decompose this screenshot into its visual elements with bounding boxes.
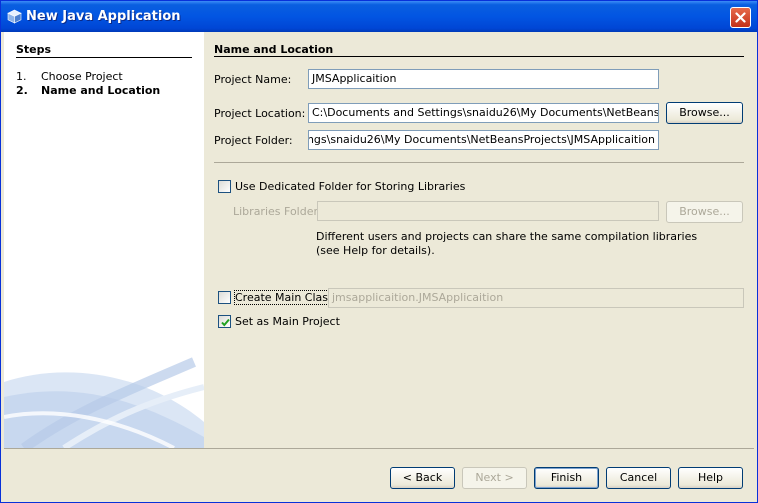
steps-divider	[16, 57, 192, 58]
set-main-project-label: Set as Main Project	[235, 315, 340, 328]
main-class-input[interactable]: jmsapplicaition.JMSApplicaition	[328, 288, 744, 308]
project-name-input[interactable]: JMSApplicaition	[308, 69, 659, 89]
step-label: Choose Project	[41, 70, 123, 83]
libraries-folder-input[interactable]	[317, 201, 659, 221]
browse-location-button[interactable]: Browse...	[666, 102, 743, 124]
dedicated-folder-checkbox[interactable]	[218, 180, 231, 193]
dedicated-folder-label: Use Dedicated Folder for Storing Librari…	[235, 180, 466, 193]
netbeans-cube-icon	[7, 9, 22, 24]
project-folder-field: and Settings\snaidu26\My Documents\NetBe…	[308, 130, 659, 150]
decorative-swoosh-graphic	[4, 357, 204, 448]
project-location-input[interactable]: C:\Documents and Settings\snaidu26\My Do…	[308, 103, 659, 123]
window-title: New Java Application	[26, 9, 181, 24]
title-bar: New Java Application	[1, 1, 757, 32]
close-icon	[735, 12, 746, 23]
project-folder-label: Project Folder:	[214, 134, 293, 147]
dialog-window: New Java Application Steps 1. Choose Pro…	[0, 0, 758, 503]
set-main-project-checkbox[interactable]	[218, 315, 231, 328]
cancel-button[interactable]: Cancel	[606, 467, 671, 489]
steps-pane: Steps 1. Choose Project 2. Name and Loca…	[4, 32, 204, 448]
create-main-class-label: Create Main Class	[234, 290, 335, 305]
back-button[interactable]: < Back	[390, 467, 455, 489]
section-title: Name and Location	[214, 43, 334, 56]
checkmark-icon	[221, 318, 230, 327]
help-button[interactable]: Help	[678, 467, 743, 489]
content-pane: Name and Location Project Name: JMSAppli…	[204, 32, 757, 448]
separator	[214, 162, 744, 163]
shared-libraries-info-line2: (see Help for details).	[316, 244, 435, 257]
steps-title: Steps	[16, 43, 52, 56]
create-main-class-checkbox[interactable]	[218, 291, 231, 304]
close-button[interactable]	[730, 7, 751, 28]
footer-separator	[4, 448, 754, 449]
libraries-folder-label: Libraries Folder:	[233, 205, 322, 218]
section-divider	[214, 56, 744, 57]
step-label: Name and Location	[41, 84, 161, 97]
step-number: 1.	[16, 70, 27, 83]
finish-button[interactable]: Finish	[534, 467, 599, 489]
project-name-label: Project Name:	[214, 73, 292, 86]
project-location-label: Project Location:	[214, 107, 306, 120]
next-button[interactable]: Next >	[462, 467, 527, 489]
shared-libraries-info-line1: Different users and projects can share t…	[316, 230, 698, 243]
step-number: 2.	[16, 84, 28, 97]
browse-libraries-button[interactable]: Browse...	[666, 201, 743, 223]
